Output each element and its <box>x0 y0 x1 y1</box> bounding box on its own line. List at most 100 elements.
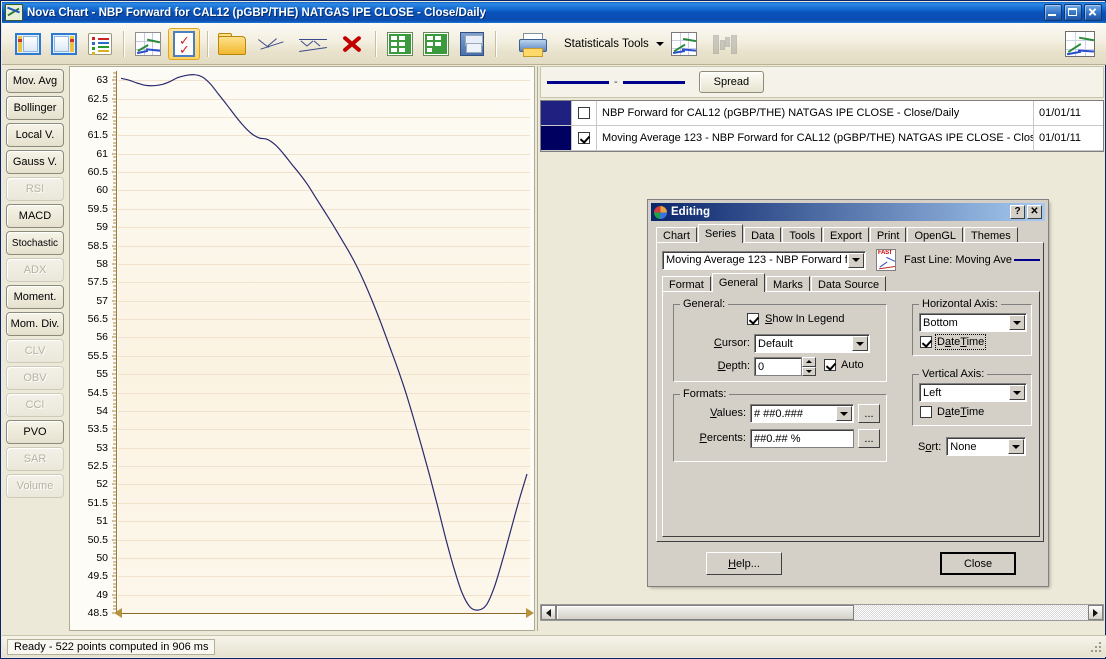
chevron-down-icon[interactable] <box>848 252 864 268</box>
print-icon[interactable] <box>514 28 550 60</box>
sidebar-item-mom-div[interactable]: Mom. Div. <box>6 312 64 336</box>
delete-red-x-icon[interactable] <box>336 28 368 60</box>
values-format-ellipsis-button[interactable]: ... <box>858 404 880 423</box>
depth-stepper[interactable] <box>802 357 816 376</box>
horizontal-axis-dropdown[interactable]: Bottom <box>919 313 1027 332</box>
chart-plot-area[interactable] <box>118 71 530 613</box>
subtab-general[interactable]: General <box>711 273 765 292</box>
subtab-data-source[interactable]: Data Source <box>810 276 887 292</box>
tab-themes[interactable]: Themes <box>964 227 1018 243</box>
series-checkbox[interactable] <box>578 132 590 144</box>
tab-tools[interactable]: Tools <box>782 227 823 243</box>
y-axis-tick-label: 51 <box>96 515 108 528</box>
series-name-cell: Moving Average 123 - NBP Forward for CAL… <box>597 126 1034 150</box>
minimize-button[interactable] <box>1044 4 1062 21</box>
chart-grid-icon[interactable] <box>132 28 164 60</box>
show-in-legend-checkbox[interactable] <box>747 313 759 325</box>
stepper-down-icon[interactable] <box>802 366 816 376</box>
spread-button[interactable]: Spread <box>698 71 765 93</box>
horizontal-datetime-checkbox[interactable] <box>920 336 932 348</box>
chevron-down-icon[interactable] <box>852 336 868 351</box>
subtab-format[interactable]: Format <box>662 276 711 292</box>
sidebar-item-gauss-v[interactable]: Gauss V. <box>6 150 64 174</box>
tab-export[interactable]: Export <box>823 227 869 243</box>
sidebar-item-obv: OBV <box>6 366 64 390</box>
chevron-down-icon[interactable] <box>836 406 852 421</box>
help-button[interactable]: Help... <box>706 552 782 575</box>
vertical-axis-dropdown[interactable]: Left <box>919 383 1027 402</box>
chevron-down-icon[interactable] <box>1009 315 1025 330</box>
sidebar-item-mov-avg[interactable]: Mov. Avg <box>6 69 64 93</box>
series-selector-dropdown[interactable]: Moving Average 123 - NBP Forward fo <box>662 250 866 270</box>
subtab-marks[interactable]: Marks <box>765 276 810 292</box>
tab-data[interactable]: Data <box>744 227 782 243</box>
cursor-dropdown[interactable]: Default <box>754 334 870 353</box>
scrollbar-thumb[interactable] <box>556 605 854 620</box>
sidebar-item-stochastic[interactable]: Stochastic <box>6 231 64 255</box>
chevron-down-icon[interactable] <box>655 41 664 46</box>
series-color-cell[interactable] <box>541 101 572 125</box>
stepper-up-icon[interactable] <box>802 357 816 367</box>
y-axis-tick-label: 50 <box>96 551 108 564</box>
tab-opengl[interactable]: OpenGL <box>907 227 964 243</box>
list-icon[interactable] <box>84 28 116 60</box>
scroll-left-arrow-icon[interactable] <box>541 605 556 620</box>
checklist-icon[interactable]: ✓ ✓ <box>168 27 200 60</box>
editing-dialog[interactable]: Editing ? ✕ Chart Series Data Tools Expo… <box>647 199 1049 587</box>
horizontal-scrollbar[interactable] <box>540 604 1104 621</box>
table-row[interactable]: Moving Average 123 - NBP Forward for CAL… <box>541 126 1103 151</box>
depth-input[interactable]: 0 <box>754 357 802 376</box>
y-axis-tick-label: 50.5 <box>87 533 108 546</box>
save-icon[interactable] <box>456 28 488 60</box>
close-button[interactable] <box>1084 4 1102 21</box>
sort-dropdown[interactable]: None <box>946 437 1027 456</box>
left-pane-icon[interactable] <box>12 28 44 60</box>
chart-window-icon[interactable] <box>1062 28 1098 60</box>
horizontal-axis-value: Bottom <box>923 316 958 329</box>
vertical-datetime-checkbox[interactable] <box>920 406 932 418</box>
close-dialog-button[interactable]: Close <box>940 552 1016 575</box>
maximize-button[interactable] <box>1064 4 1082 21</box>
series-color-cell[interactable] <box>541 126 572 150</box>
tab-chart[interactable]: Chart <box>656 227 697 243</box>
chevron-down-icon[interactable] <box>1008 439 1025 454</box>
sidebar-item-moment[interactable]: Moment. <box>6 285 64 309</box>
scroll-right-arrow-icon[interactable] <box>1088 605 1103 620</box>
excel-import-icon[interactable] <box>384 28 416 60</box>
series-visibility-cell[interactable] <box>572 101 597 125</box>
chevron-down-icon[interactable] <box>1009 385 1025 400</box>
excel-export-icon[interactable] <box>420 28 452 60</box>
trendlines-icon[interactable] <box>294 28 332 60</box>
statistics-chart-icon[interactable] <box>668 28 700 60</box>
statistics-tools-label[interactable]: Statisticals Tools <box>562 38 651 50</box>
sidebar-item-adx: ADX <box>6 258 64 282</box>
percents-format-ellipsis-button[interactable]: ... <box>858 429 880 448</box>
tab-series[interactable]: Series <box>697 224 744 243</box>
series-visibility-cell[interactable] <box>572 126 597 150</box>
table-row[interactable]: NBP Forward for CAL12 (pGBP/THE) NATGAS … <box>541 101 1103 126</box>
x-axis-right-arrow[interactable] <box>526 608 534 618</box>
sidebar-item-bollinger[interactable]: Bollinger <box>6 96 64 120</box>
sidebar-item-macd[interactable]: MACD <box>6 204 64 228</box>
x-axis-left-arrow[interactable] <box>114 608 122 618</box>
scrollbar-track[interactable] <box>556 605 1088 620</box>
chart-panel[interactable]: 63 62.5 62 61.5 61 60.5 60 59.5 59 58.5 58 57.5 57 56… <box>69 66 535 631</box>
right-pane-icon[interactable] <box>48 28 80 60</box>
polyline-icon[interactable] <box>252 28 290 60</box>
values-format-dropdown[interactable]: # ##0.### <box>750 404 854 423</box>
percents-format-input[interactable]: ##0.## % <box>750 429 854 448</box>
tab-print[interactable]: Print <box>869 227 907 243</box>
sidebar-item-pvo[interactable]: PVO <box>6 420 64 444</box>
fast-line-sample <box>1014 259 1040 261</box>
series-tab-panel: Moving Average 123 - NBP Forward fo FAST… <box>656 242 1044 542</box>
window-controls <box>1044 4 1106 21</box>
resize-grip-icon[interactable] <box>1089 640 1103 654</box>
series-subtabs: Format General Marks Data Source <box>662 273 1040 292</box>
window-titlebar: Nova Chart - NBP Forward for CAL12 (pGBP… <box>2 2 1106 23</box>
dialog-close-icon[interactable]: ✕ <box>1027 205 1042 219</box>
sidebar-item-local-v[interactable]: Local V. <box>6 123 64 147</box>
auto-depth-checkbox[interactable] <box>824 359 836 371</box>
dialog-help-button[interactable]: ? <box>1010 205 1025 219</box>
series-checkbox[interactable] <box>578 107 590 119</box>
folder-icon[interactable] <box>216 28 248 60</box>
